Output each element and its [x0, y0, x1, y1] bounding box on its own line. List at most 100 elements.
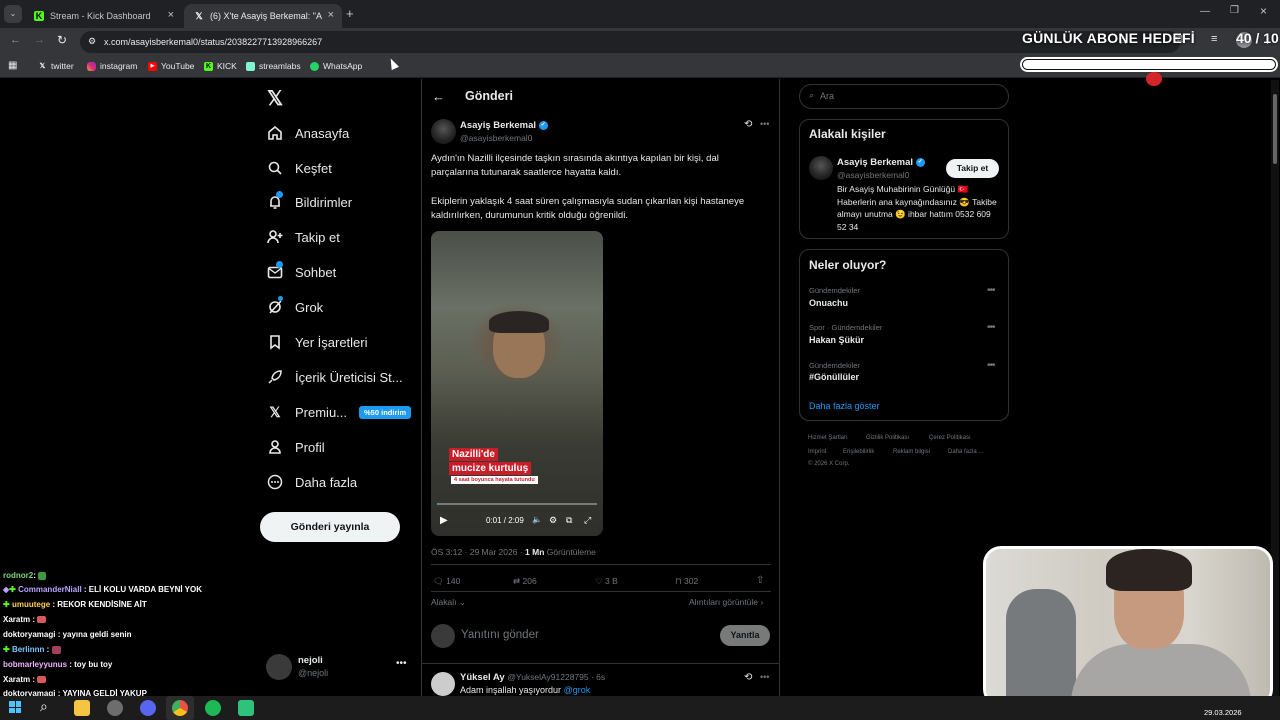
bookmark-kick[interactable]: K KICK	[204, 61, 237, 71]
show-more-link[interactable]: Daha fazla göster	[809, 401, 880, 411]
account-name: nejoli	[298, 655, 323, 666]
bookmark-streamlabs[interactable]: streamlabs	[246, 61, 301, 71]
nav-grok[interactable]: Grok	[266, 295, 323, 319]
reply-action[interactable]: 🗨︎ 140	[433, 576, 460, 587]
reload-icon[interactable]: ↻	[57, 33, 67, 47]
view-quotes-link[interactable]: Alıntıları görüntüle ›	[689, 597, 763, 607]
author-name[interactable]: Asayiş Berkemal ✓	[460, 120, 548, 131]
more-icon[interactable]: •••	[760, 672, 769, 682]
tab-x-post[interactable]: 𝕏 (6) X'te Asayiş Berkemal: "Aydın ×	[184, 4, 342, 28]
video-progress-track[interactable]	[437, 503, 597, 505]
tab-kick-dashboard[interactable]: K Stream - Kick Dashboard ×	[24, 4, 182, 28]
bookmark-youtube[interactable]: ▶ YouTube	[148, 61, 194, 71]
more-icon[interactable]: •••	[987, 285, 995, 296]
nav-messages[interactable]: Sohbet	[266, 260, 336, 284]
reply-input[interactable]: Yanıtını gönder	[461, 629, 539, 641]
share-icon[interactable]: ⇧	[756, 575, 764, 586]
windows-start-icon[interactable]	[9, 701, 21, 713]
tab-label: (6) X'te Asayiş Berkemal: "Aydın	[210, 11, 322, 21]
app-icon[interactable]	[238, 700, 254, 716]
video-player[interactable]: Nazilli'de mucize kurtuluş 4 saat boyunc…	[431, 231, 603, 536]
whatsapp-icon	[310, 61, 319, 71]
new-tab-button[interactable]: +	[346, 6, 354, 21]
active-indicator	[166, 696, 194, 720]
close-icon[interactable]: ×	[328, 9, 334, 21]
repost-action[interactable]: ⇄ 206	[513, 576, 537, 587]
search-input[interactable]: ⌕ Ara	[799, 84, 1009, 109]
more-icon[interactable]: •••	[760, 119, 769, 129]
close-window-button[interactable]: ×	[1260, 4, 1267, 18]
like-action[interactable]: ♡ 3 B	[595, 576, 618, 587]
footer-link[interactable]: Hizmet Şartları	[808, 435, 848, 441]
avatar[interactable]	[431, 672, 455, 696]
apps-icon[interactable]: ▦	[8, 60, 17, 71]
follow-button[interactable]: Takip et	[946, 159, 999, 178]
sort-dropdown[interactable]: Alakalı ⌄	[431, 597, 466, 608]
footer-link[interactable]: Daha fazla ...	[948, 449, 983, 455]
person-icon	[266, 438, 284, 456]
site-info-icon[interactable]: ⚙	[88, 36, 96, 47]
trend-item[interactable]: #Gönüllüler	[809, 372, 859, 382]
back-icon[interactable]: ←	[10, 34, 21, 46]
url-field[interactable]: ⚙ x.com/asayisberkemal0/status/203822771…	[80, 31, 1180, 53]
trend-item[interactable]: Hakan Şükür	[809, 335, 864, 345]
bookmark-instagram[interactable]: instagram	[87, 61, 137, 71]
avatar[interactable]	[431, 119, 456, 144]
footer-link[interactable]: Çerez Politikası	[929, 435, 971, 441]
trend-item[interactable]: Onuachu	[809, 298, 848, 308]
nav-creator-studio[interactable]: İçerik Üreticisi St...	[266, 365, 403, 389]
nav-profile[interactable]: Profil	[266, 435, 325, 459]
divider	[431, 564, 771, 565]
play-icon[interactable]: ▶	[440, 515, 448, 526]
bookmark-whatsapp[interactable]: WhatsApp	[310, 61, 362, 71]
notification-badge	[276, 191, 283, 198]
goal-progress-fill	[1023, 60, 1275, 69]
volume-icon[interactable]: 🔈	[532, 515, 542, 524]
badge-icon: ✚	[9, 585, 16, 594]
fullscreen-icon[interactable]: ⤢	[584, 515, 591, 526]
app-icon[interactable]	[107, 700, 123, 716]
nav-premium[interactable]: 𝕏 Premiu... %50 indirim	[266, 400, 412, 424]
search-icon[interactable]: ⌕	[40, 698, 48, 715]
post-button[interactable]: Gönderi yayınla	[260, 512, 400, 542]
queue-icon[interactable]: ≡	[1211, 33, 1217, 45]
nav-home[interactable]: Anasayfa	[266, 121, 349, 145]
nav-explore[interactable]: Keşfet	[266, 156, 332, 180]
nav-more[interactable]: Daha fazla	[266, 470, 357, 494]
related-name[interactable]: Asayiş Berkemal ✓	[837, 157, 925, 168]
app-icon[interactable]	[140, 700, 156, 716]
more-icon[interactable]: •••	[987, 322, 995, 333]
restore-button[interactable]: ❐	[1230, 5, 1239, 16]
spotify-icon[interactable]	[205, 700, 221, 716]
footer-link[interactable]: Erişilebilirlik	[843, 449, 874, 455]
more-icon[interactable]: •••	[987, 360, 995, 371]
avatar[interactable]	[809, 156, 833, 180]
webcam-overlay	[983, 546, 1273, 707]
minimize-button[interactable]: —	[1200, 6, 1210, 17]
scrollbar-thumb[interactable]	[1273, 94, 1277, 164]
tab-search-button[interactable]: ⌄	[4, 5, 22, 23]
grok-icon[interactable]: ⟲	[744, 672, 752, 683]
settings-icon[interactable]: ⚙	[549, 515, 557, 526]
nav-notifications[interactable]: Bildirimler	[266, 190, 352, 214]
nav-bookmarks[interactable]: Yer İşaretleri	[266, 330, 368, 354]
forward-icon[interactable]: →	[34, 34, 45, 46]
grok-icon[interactable]: ⟲	[744, 119, 752, 130]
back-arrow-icon[interactable]: ←	[432, 89, 445, 104]
rocket-icon	[266, 368, 284, 386]
close-icon[interactable]: ×	[168, 9, 174, 21]
bookmark-twitter[interactable]: 𝕏twitter	[38, 61, 74, 71]
reply-button[interactable]: Yanıtla	[720, 625, 770, 646]
bookmark-action[interactable]: ⊓ 302	[675, 576, 698, 587]
account-switcher[interactable]: nejoli @nejoli •••	[262, 650, 412, 684]
pip-icon[interactable]: ⧉	[566, 515, 572, 526]
file-explorer-icon[interactable]	[74, 700, 90, 716]
reply-author[interactable]: Yüksel Ay @YukselAy91228795 · 6s	[460, 672, 605, 683]
video-time: 0:01 / 2:09	[486, 516, 524, 525]
nav-follow[interactable]: Takip et	[266, 225, 340, 249]
mention-link[interactable]: @grok	[564, 685, 591, 695]
footer-link[interactable]: Reklam bilgisi	[893, 449, 930, 455]
footer-link[interactable]: Imprint	[808, 449, 826, 455]
x-logo-icon[interactable]: 𝕏	[267, 86, 283, 111]
footer-link[interactable]: Gizlilik Politikası	[866, 435, 909, 441]
